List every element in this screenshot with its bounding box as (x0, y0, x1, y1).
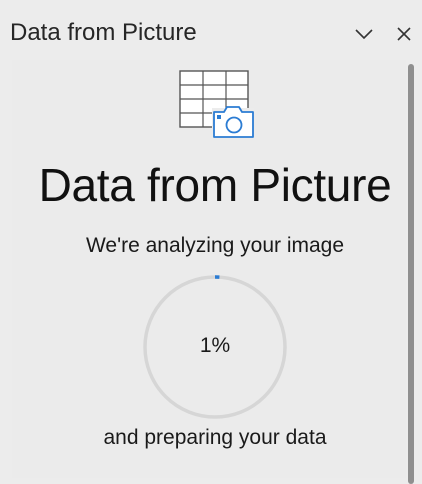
pane-options-button[interactable] (352, 22, 376, 46)
scrollbar-thumb[interactable] (408, 64, 414, 484)
progress-percent: 1% (143, 334, 287, 358)
chevron-down-icon (355, 28, 373, 40)
vertical-scrollbar[interactable] (406, 60, 416, 478)
close-icon (397, 27, 411, 41)
pane-title: Data from Picture (10, 19, 197, 47)
table-camera-icon (178, 70, 258, 142)
status-text: We're analyzing your image (0, 234, 422, 258)
main-title: Data from Picture (0, 158, 422, 212)
pane-header: Data from Picture (0, 0, 422, 60)
footer-text: and preparing your data (0, 426, 422, 450)
close-pane-button[interactable] (392, 22, 416, 46)
